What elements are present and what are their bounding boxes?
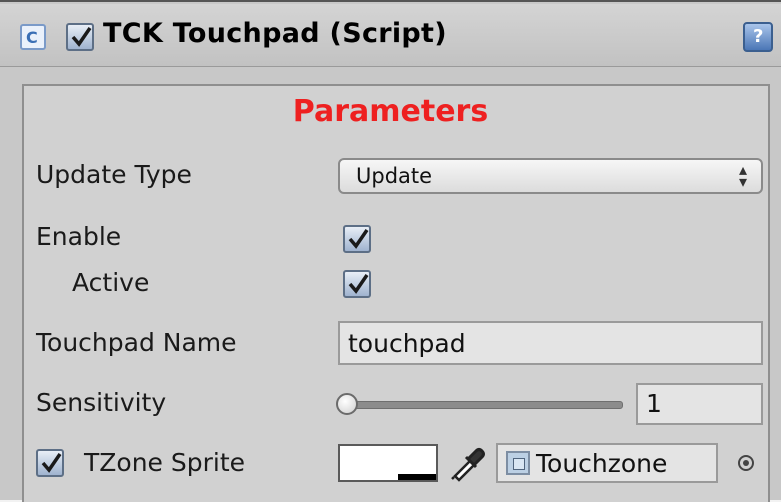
help-icon[interactable]: ?: [743, 22, 773, 52]
inspector-panel: C TCK Touchpad (Script) ? Parameters Upd…: [0, 0, 781, 502]
update-type-dropdown[interactable]: Update ▴ ▾: [338, 158, 763, 194]
sensitivity-value: 1: [646, 389, 662, 418]
touchpad-name-label: Touchpad Name: [36, 328, 237, 357]
component-header: C TCK Touchpad (Script) ?: [0, 4, 781, 67]
updown-arrows-icon: ▴ ▾: [738, 160, 747, 191]
tzone-sprite-object-field[interactable]: Touchzone: [496, 443, 718, 483]
alpha-bar: [398, 474, 436, 480]
component-enabled-checkbox[interactable]: [66, 23, 94, 51]
tzone-sprite-value: Touchzone: [536, 449, 668, 478]
eyedropper-icon[interactable]: [446, 443, 486, 483]
object-picker-icon[interactable]: [738, 455, 754, 471]
enable-checkbox[interactable]: [343, 225, 371, 253]
section-title: Parameters: [292, 94, 489, 129]
update-type-label: Update Type: [36, 160, 192, 189]
sensitivity-input[interactable]: 1: [636, 383, 763, 425]
sensitivity-label: Sensitivity: [36, 388, 167, 417]
touchpad-name-input[interactable]: touchpad: [338, 321, 763, 365]
active-checkbox[interactable]: [343, 270, 371, 298]
tzone-sprite-label: TZone Sprite: [84, 448, 246, 477]
script-icon: C: [20, 24, 46, 50]
sensitivity-slider-track[interactable]: [345, 401, 623, 409]
touchpad-name-value: touchpad: [348, 329, 466, 358]
sprite-icon: [506, 451, 530, 475]
enable-label: Enable: [36, 222, 122, 251]
tzone-sprite-checkbox[interactable]: [36, 449, 64, 477]
tzone-color-swatch[interactable]: [338, 444, 438, 482]
sensitivity-slider-thumb[interactable]: [336, 393, 358, 415]
update-type-value: Update: [356, 164, 433, 188]
component-title: TCK Touchpad (Script): [103, 18, 447, 49]
active-label: Active: [72, 268, 150, 297]
